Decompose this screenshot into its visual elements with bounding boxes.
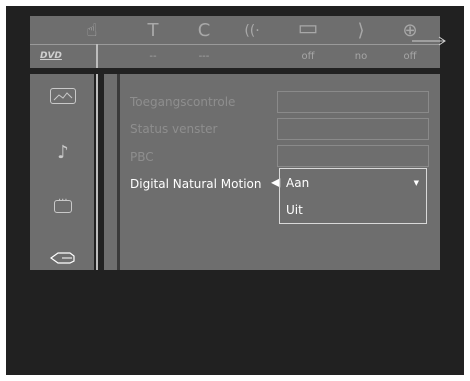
dropdown-option-aan[interactable]: Aan bbox=[286, 176, 309, 190]
chevron-down-icon: ▼ bbox=[413, 179, 419, 187]
setting-label-parental-control: Toegangscontrole bbox=[130, 95, 236, 109]
angle-icon[interactable]: ⟩ bbox=[349, 22, 373, 40]
hand-icon[interactable]: ☝ bbox=[80, 22, 104, 40]
topbar-divider bbox=[30, 44, 440, 45]
setting-label-digital-natural-motion: Digital Natural Motion bbox=[130, 177, 262, 191]
setting-label-status-window: Status venster bbox=[130, 122, 218, 136]
chapter-icon[interactable]: C bbox=[192, 22, 216, 40]
subtitle-icon[interactable]: ▭ bbox=[296, 18, 320, 40]
zoom-value: off bbox=[403, 51, 417, 62]
angle-value: no bbox=[354, 51, 368, 62]
speech-bubble-icon[interactable]: ··· bbox=[54, 195, 72, 213]
pbc-field[interactable] bbox=[277, 145, 429, 167]
digital-natural-motion-dropdown[interactable]: Aan ▼ Uit bbox=[279, 168, 427, 224]
sidebar-separator bbox=[96, 74, 98, 270]
dvd-logo: DVD bbox=[40, 51, 62, 61]
title-value: -- bbox=[149, 51, 157, 62]
title-icon[interactable]: T bbox=[141, 22, 165, 40]
setting-label-pbc: PBC bbox=[130, 150, 154, 164]
picture-icon[interactable] bbox=[50, 88, 76, 104]
status-window-field[interactable] bbox=[277, 118, 429, 140]
topbar-separator bbox=[96, 44, 98, 68]
chapter-value: --- bbox=[198, 51, 210, 62]
parental-control-field[interactable] bbox=[277, 91, 429, 113]
music-note-icon[interactable]: ♪ bbox=[48, 142, 78, 163]
subtitle-value: off bbox=[301, 51, 315, 62]
content-left-border bbox=[117, 74, 120, 270]
audio-icon[interactable]: ((· bbox=[240, 22, 264, 40]
hand-pointer-icon[interactable] bbox=[50, 250, 76, 266]
dropdown-option-uit[interactable]: Uit bbox=[286, 203, 303, 217]
arrow-icon bbox=[412, 36, 446, 46]
